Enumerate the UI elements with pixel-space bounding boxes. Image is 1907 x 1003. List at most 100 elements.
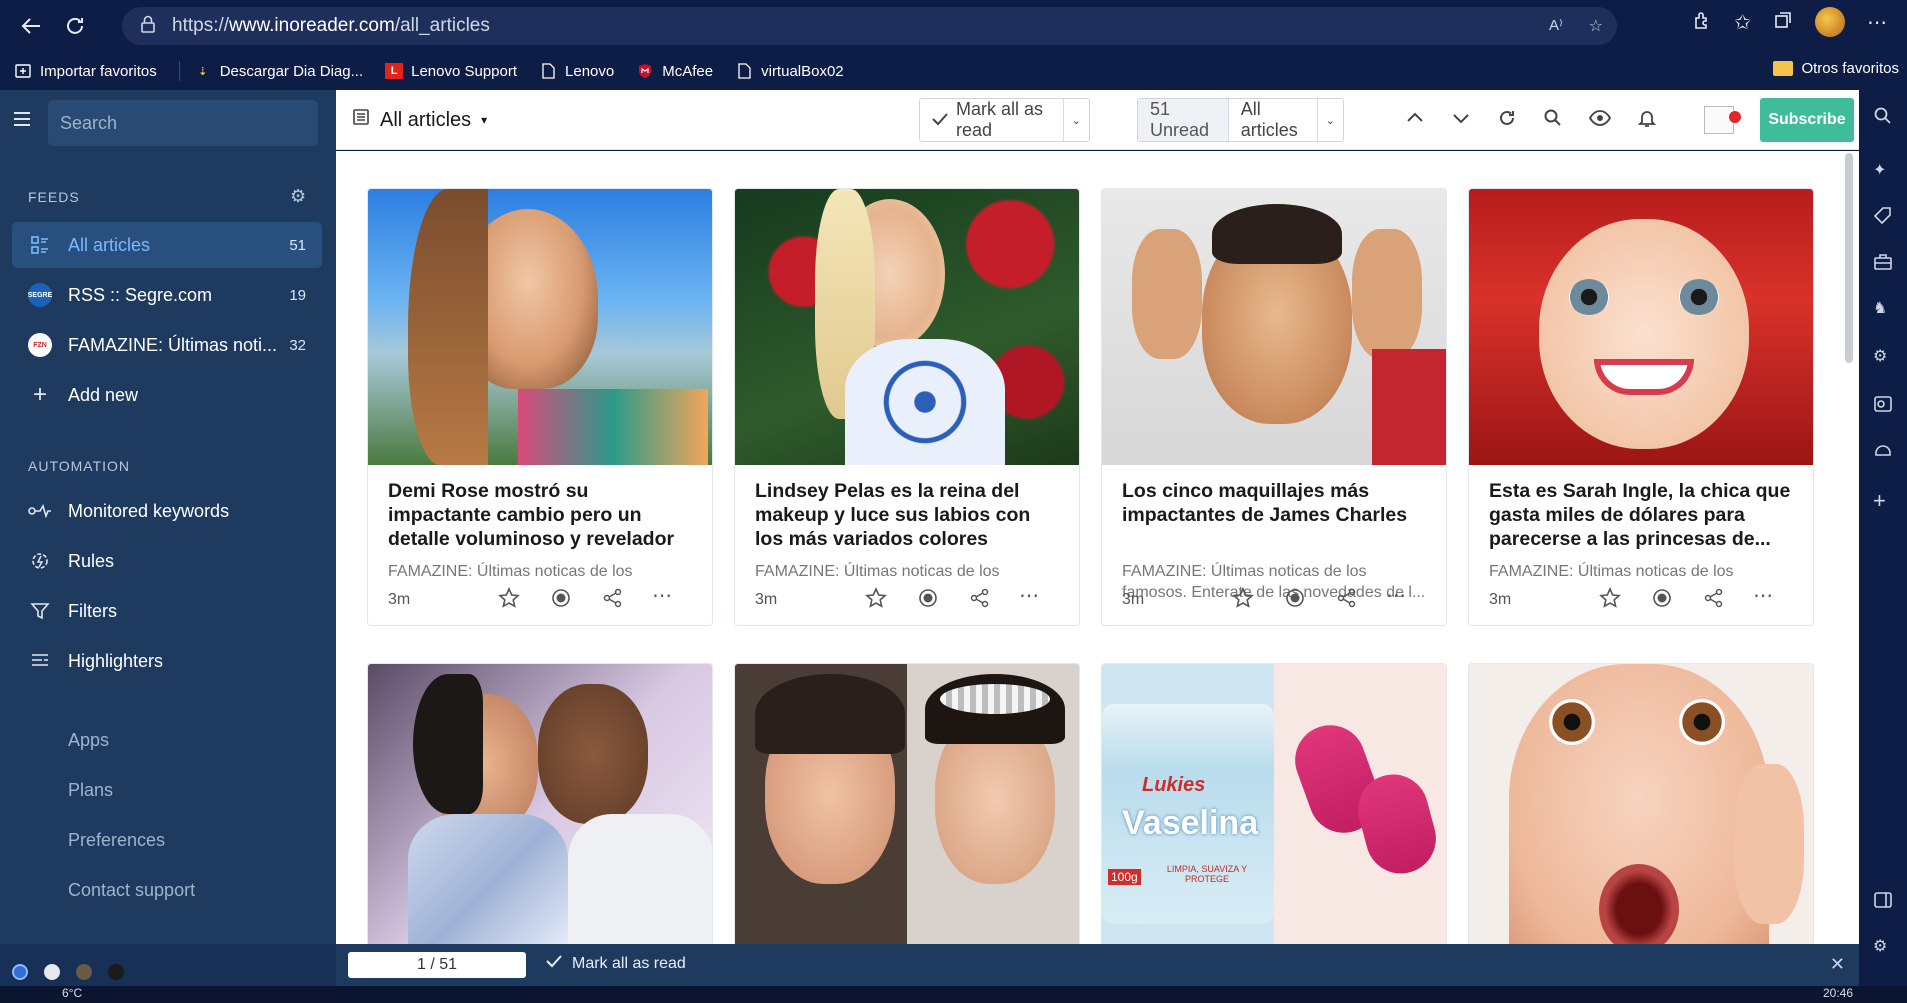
eye-icon[interactable] (1588, 108, 1612, 133)
preferences-link[interactable]: Preferences (68, 830, 165, 851)
add-new-feed[interactable]: + Add new (12, 372, 322, 418)
user-avatar[interactable] (1704, 106, 1741, 134)
page-title[interactable]: All articles ▾ (352, 108, 487, 132)
copilot-icon[interactable]: ✦ (1873, 160, 1886, 180)
close-icon[interactable]: ✕ (1830, 954, 1845, 975)
automation-heading: AUTOMATION (28, 458, 131, 474)
more-options-icon[interactable]: ⋯ (1019, 583, 1039, 608)
plus-icon: + (32, 381, 47, 408)
games-icon[interactable]: ♞ (1873, 298, 1887, 318)
article-time: 3m (388, 591, 411, 608)
article-card[interactable]: Lukies Vaselina LIMPIA, SUAVIZA Y PROTEG… (1101, 663, 1447, 944)
refresh-icon[interactable] (56, 7, 94, 45)
star-icon[interactable] (1599, 587, 1621, 614)
subscribe-button[interactable]: Subscribe (1760, 98, 1854, 142)
next-article-icon[interactable] (1451, 108, 1471, 133)
more-options-icon[interactable]: ⋯ (1753, 583, 1773, 608)
other-favorites[interactable]: Otros favoritos (1773, 60, 1899, 77)
notification-dot (1729, 111, 1741, 123)
bell-icon[interactable] (1637, 108, 1657, 133)
article-title[interactable]: Demi Rose mostró su impactante cambio pe… (368, 465, 712, 555)
mark-read-icon[interactable] (550, 587, 572, 614)
filters[interactable]: Filters (12, 588, 322, 634)
contact-support-link[interactable]: Contact support (68, 880, 195, 901)
mark-options-dropdown[interactable]: ⌄ (1064, 99, 1089, 141)
share-icon[interactable] (1336, 587, 1358, 614)
profile-avatar[interactable] (1815, 7, 1845, 37)
refresh-icon[interactable] (1497, 108, 1517, 133)
collections-icon[interactable] (1773, 10, 1793, 35)
article-title[interactable]: Esta es Sarah Ingle, la chica que gasta … (1469, 465, 1813, 555)
share-icon[interactable] (1703, 587, 1725, 614)
theme-dot-light[interactable] (44, 964, 60, 980)
settings-extension-icon[interactable]: ⚙ (1873, 346, 1887, 366)
highlighter-icon (28, 649, 52, 673)
star-icon[interactable] (865, 587, 887, 614)
add-icon[interactable]: + (1873, 488, 1886, 514)
article-card[interactable] (1468, 663, 1814, 944)
star-icon[interactable] (1232, 587, 1254, 614)
apps-link[interactable]: Apps (68, 730, 109, 751)
mark-read-icon[interactable] (917, 587, 939, 614)
share-icon[interactable] (602, 587, 624, 614)
sidebar-toggle-icon[interactable] (1873, 890, 1893, 915)
previous-article-icon[interactable] (1405, 108, 1425, 133)
search-icon[interactable] (1873, 106, 1893, 131)
favorites-icon[interactable]: ✩ (1734, 10, 1751, 35)
statusbar-mark-all-read[interactable]: Mark all as read (546, 954, 686, 973)
drop-icon[interactable] (1873, 440, 1893, 465)
theme-dot-dark[interactable] (108, 964, 124, 980)
theme-dot-blue[interactable] (12, 964, 28, 980)
article-title[interactable]: Los cinco maquillajes más impactantes de… (1102, 465, 1446, 555)
theme-dot-sepia[interactable] (76, 964, 92, 980)
article-card[interactable] (367, 663, 713, 944)
bookmark-mcafee[interactable]: McAfee (636, 63, 713, 80)
article-card[interactable]: Esta es Sarah Ingle, la chica que gasta … (1468, 188, 1814, 626)
rules[interactable]: Rules (12, 538, 322, 584)
menu-icon[interactable] (14, 112, 30, 130)
outlook-icon[interactable] (1873, 394, 1893, 419)
unread-count-badge[interactable]: 51 Unread (1138, 99, 1228, 141)
mark-read-icon[interactable] (1284, 587, 1306, 614)
article-title[interactable]: Lindsey Pelas es la reina del makeup y l… (735, 465, 1079, 555)
feed-segre[interactable]: SEGRE RSS :: Segre.com 19 (12, 272, 322, 318)
bookmark-lenovo[interactable]: Lenovo (539, 63, 614, 80)
filter-select[interactable]: All articles (1229, 99, 1317, 141)
article-card[interactable]: Lindsey Pelas es la reina del makeup y l… (734, 188, 1080, 626)
search-icon[interactable] (1543, 108, 1563, 133)
bookmark-importar[interactable]: Importar favoritos (14, 63, 157, 80)
bookmark-lenovo-support[interactable]: L Lenovo Support (385, 63, 517, 80)
briefcase-icon[interactable] (1873, 252, 1893, 277)
gear-icon[interactable]: ⚙ (290, 186, 306, 207)
article-card[interactable] (734, 663, 1080, 944)
gear-icon[interactable]: ⚙ (1873, 936, 1887, 956)
content-scrollbar[interactable] (1845, 153, 1853, 363)
clock[interactable]: 20:46 (1823, 986, 1853, 1000)
add-favorite-icon[interactable]: ☆ (1589, 16, 1603, 36)
address-bar[interactable]: https://www.inoreader.com/all_articles A… (122, 7, 1617, 45)
mark-all-read-button[interactable]: Mark all as read (920, 99, 1063, 141)
bookmark-descargar[interactable]: ⇣ Descargar Dia Diag... (194, 63, 363, 80)
mark-read-icon[interactable] (1651, 587, 1673, 614)
bookmark-virtualbox[interactable]: virtualBox02 (735, 63, 844, 80)
highlighters[interactable]: Highlighters (12, 638, 322, 684)
star-icon[interactable] (498, 587, 520, 614)
search-input[interactable]: Search (48, 100, 318, 146)
article-card[interactable]: Demi Rose mostró su impactante cambio pe… (367, 188, 713, 626)
monitored-keywords[interactable]: Monitored keywords (12, 488, 322, 534)
feed-famazine[interactable]: FZN FAMAZINE: Últimas noti... 32 (12, 322, 322, 368)
filter-dropdown[interactable]: ⌄ (1318, 99, 1343, 141)
article-pager[interactable]: 1 / 51 (348, 952, 526, 978)
tag-icon[interactable] (1873, 206, 1893, 231)
read-aloud-icon[interactable]: A⁾ (1549, 16, 1563, 36)
back-icon[interactable] (12, 7, 50, 45)
plans-link[interactable]: Plans (68, 780, 113, 801)
share-icon[interactable] (969, 587, 991, 614)
extensions-icon[interactable] (1692, 10, 1712, 35)
weather-temp[interactable]: 6°C (62, 986, 82, 1000)
more-options-icon[interactable]: ⋯ (652, 583, 672, 608)
article-card[interactable]: Los cinco maquillajes más impactantes de… (1101, 188, 1447, 626)
more-options-icon[interactable]: ⋯ (1386, 583, 1406, 608)
feed-all-articles[interactable]: All articles 51 (12, 222, 322, 268)
more-menu-icon[interactable]: ⋯ (1867, 10, 1887, 35)
